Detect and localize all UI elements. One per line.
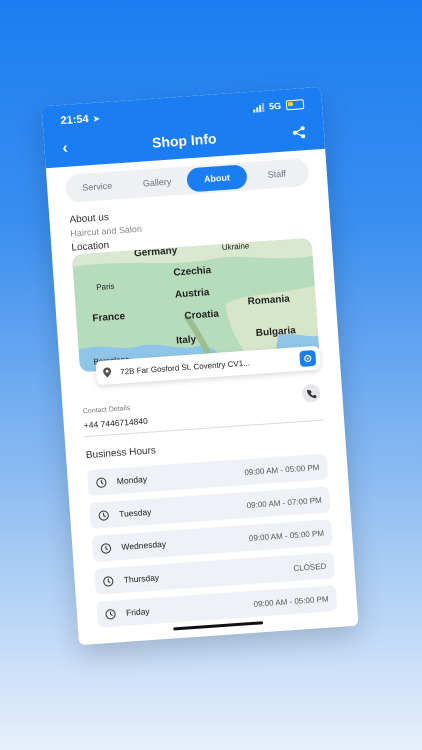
hours-time: 09:00 AM - 05:00 PM [244,462,320,477]
location-arrow-icon: ➤ [92,112,101,124]
map-label-italy: Italy [175,334,197,347]
locate-button[interactable] [299,349,317,368]
hours-time: CLOSED [293,561,327,573]
about-heading: About us [69,212,110,226]
clock-icon [98,509,109,521]
crosshair-icon [304,354,312,363]
map-label-paris: Paris [95,281,115,293]
clock-icon [103,575,114,587]
business-hours-list: Monday 09:00 AM - 05:00 PM Tuesday 09:00… [86,453,338,634]
business-hours-heading: Business Hours [85,445,157,462]
tab-bar: Service Gallery About Staff [64,157,310,203]
map-label-ukraine: Ukraine [221,241,250,253]
contact-label: Contact Details [82,404,131,416]
tab-service[interactable]: Service [66,173,128,201]
hours-time: 09:00 AM - 05:00 PM [248,528,325,543]
address-text: 72B Far Gosford St, Coventry CV1... [119,358,251,377]
hours-day: Thursday [123,572,160,585]
pin-icon [103,367,112,378]
phone-screen: 21:54 ➤ 5G ‹ Shop Info Service Gallery A… [41,86,359,646]
hours-day: Friday [125,606,150,618]
hours-day: Wednesday [121,538,167,552]
signal-icon [253,102,265,113]
status-time: 21:54 [60,113,90,128]
hours-day: Tuesday [118,506,152,519]
call-button[interactable] [301,383,321,403]
share-icon[interactable] [291,125,306,140]
phone-icon [306,389,316,398]
about-text: Haircut and Salon [70,223,143,239]
hours-time: 09:00 AM - 05:00 PM [253,594,329,609]
tab-staff[interactable]: Staff [246,160,308,188]
contact-phone[interactable]: +44 7446714840 [84,416,149,430]
page-title: Shop Info [151,130,217,151]
clock-icon [105,608,116,619]
clock-icon [96,477,107,488]
map-label-france: France [92,311,126,325]
tab-gallery[interactable]: Gallery [126,168,188,196]
battery-icon [285,99,305,111]
hours-day: Monday [116,473,148,487]
tab-about[interactable]: About [186,164,248,193]
back-icon[interactable]: ‹ [62,140,69,158]
clock-icon [100,542,112,554]
hours-time: 09:00 AM - 07:00 PM [246,495,322,510]
network-label: 5G [268,100,282,112]
top-bar: 21:54 ➤ 5G ‹ Shop Info [41,86,326,169]
